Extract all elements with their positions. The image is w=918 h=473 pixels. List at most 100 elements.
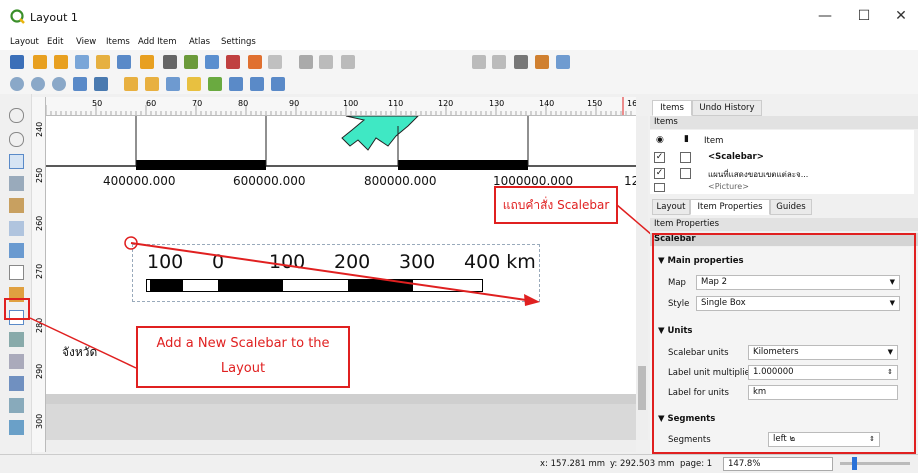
eye-icon: ◉ [656, 135, 664, 145]
zoom-slider[interactable] [840, 462, 910, 465]
list-item[interactable]: <Picture> [708, 182, 749, 191]
pan-icon[interactable] [9, 108, 24, 123]
zoom-value: 147.8% [728, 459, 761, 469]
item-lock-checkbox[interactable] [680, 168, 691, 179]
last-feature-icon[interactable] [492, 55, 506, 69]
print-icon[interactable] [163, 55, 177, 69]
ruler-label: 60 [146, 99, 156, 108]
export-svg-icon[interactable] [205, 55, 219, 69]
zoom-out-icon[interactable] [31, 77, 45, 91]
previous-feature-icon[interactable] [341, 55, 355, 69]
add-shape-icon[interactable] [9, 354, 24, 369]
resize-items-icon[interactable] [271, 77, 285, 91]
ruler-label: 160 [627, 99, 636, 108]
page-readout: page: 1 [680, 459, 713, 469]
tab-guides[interactable]: Guides [770, 199, 812, 215]
layout-manager-icon[interactable] [75, 55, 89, 69]
zoom-tool-icon[interactable] [9, 132, 24, 147]
scalebar-tool-highlight [4, 298, 30, 320]
first-feature-icon[interactable] [319, 55, 333, 69]
ruler-label: 250 [35, 168, 44, 183]
menu-bar: Layout Edit View Items Add Item Atlas Se… [0, 34, 918, 50]
add-label-icon[interactable] [9, 265, 24, 280]
items-list[interactable]: ◉ ▮ Item ✓ <Scalebar> ✓ แผนที่แสดงขอบเขต… [650, 130, 914, 194]
redo-icon[interactable] [268, 55, 282, 69]
zoom-in-icon[interactable] [10, 77, 24, 91]
item-visible-checkbox[interactable] [654, 183, 665, 192]
zoom-full-icon[interactable] [73, 77, 87, 91]
ruler-label: 150 [587, 99, 602, 108]
tab-layout[interactable]: Layout [652, 199, 690, 215]
save-template-icon[interactable] [117, 55, 131, 69]
add-picture-icon[interactable] [9, 243, 24, 258]
raise-items-icon[interactable] [208, 77, 222, 91]
menu-edit[interactable]: Edit [47, 37, 63, 47]
add-map-icon[interactable] [9, 221, 24, 236]
horizontal-scrollbar[interactable] [46, 440, 636, 452]
qgis-logo-icon [10, 9, 25, 24]
horizontal-ruler: 50 60 70 80 90 100 110 120 130 140 150 1… [46, 97, 636, 116]
ruler-label: 130 [489, 99, 504, 108]
maximize-button[interactable]: ☐ [852, 5, 876, 27]
vertical-scrollbar[interactable] [636, 116, 648, 440]
menu-view[interactable]: View [76, 37, 96, 47]
move-content-icon[interactable] [9, 176, 24, 191]
add-html-icon[interactable] [9, 398, 24, 413]
add-north-arrow-icon[interactable] [9, 332, 24, 347]
zoom-level-select[interactable]: 147.8% [723, 457, 833, 471]
menu-items[interactable]: Items [106, 37, 130, 47]
ruler-label: 90 [289, 99, 299, 108]
group-items-icon[interactable] [166, 77, 180, 91]
export-pdf-icon[interactable] [226, 55, 240, 69]
atlas-settings-icon[interactable] [556, 55, 570, 69]
menu-layout[interactable]: Layout [10, 37, 39, 47]
add-polygon-icon[interactable] [9, 376, 24, 391]
item-visible-checkbox[interactable]: ✓ [654, 168, 665, 179]
annotation-arrow [124, 236, 540, 306]
title-bar: Layout 1 — ☐ ✕ [0, 0, 918, 34]
edit-nodes-icon[interactable] [9, 198, 24, 213]
menu-atlas[interactable]: Atlas [189, 37, 210, 47]
align-items-icon[interactable] [229, 77, 243, 91]
tab-undo-history[interactable]: Undo History [692, 100, 762, 116]
menu-settings[interactable]: Settings [221, 37, 256, 47]
save-icon[interactable] [10, 55, 24, 69]
export-image-icon[interactable] [184, 55, 198, 69]
duplicate-layout-icon[interactable] [54, 55, 68, 69]
undo-icon[interactable] [248, 55, 262, 69]
items-column-header: Item [704, 136, 724, 146]
open-template-icon[interactable] [96, 55, 110, 69]
lock-items-icon[interactable] [124, 77, 138, 91]
new-layout-icon[interactable] [33, 55, 47, 69]
print-atlas-icon[interactable] [514, 55, 528, 69]
distribute-items-icon[interactable] [250, 77, 264, 91]
zoom-actual-icon[interactable] [52, 77, 66, 91]
new-page-icon[interactable] [140, 55, 154, 69]
menu-add-item[interactable]: Add Item [138, 37, 177, 47]
next-feature-icon[interactable] [472, 55, 486, 69]
unlock-items-icon[interactable] [145, 77, 159, 91]
close-button[interactable]: ✕ [889, 5, 913, 27]
ruler-label: 270 [35, 264, 44, 279]
tab-item-properties[interactable]: Item Properties [690, 199, 770, 215]
ruler-label: 100 [343, 99, 358, 108]
export-atlas-icon[interactable] [535, 55, 549, 69]
minimize-button[interactable]: — [813, 5, 837, 27]
zoom-slider-handle[interactable] [852, 457, 857, 470]
item-visible-checkbox[interactable]: ✓ [654, 152, 665, 163]
ruler-label: 80 [238, 99, 248, 108]
add-table-icon[interactable] [9, 420, 24, 435]
callout-line: Add a New Scalebar to the [156, 336, 330, 351]
tab-items[interactable]: Items [652, 100, 692, 116]
refresh-icon[interactable] [94, 77, 108, 91]
list-item[interactable]: <Scalebar> [708, 152, 764, 162]
ruler-label: 110 [388, 99, 403, 108]
select-move-icon[interactable] [9, 154, 24, 169]
ungroup-items-icon[interactable] [187, 77, 201, 91]
toolbox [0, 94, 32, 454]
properties-highlight [652, 233, 916, 454]
layout-canvas[interactable]: 400000.000 600000.000 800000.000 1000000… [46, 116, 636, 440]
atlas-preview-icon[interactable] [299, 55, 313, 69]
list-item[interactable]: แผนที่แสดงขอบเขตแต่ละจ... [708, 168, 808, 181]
item-lock-checkbox[interactable] [680, 152, 691, 163]
